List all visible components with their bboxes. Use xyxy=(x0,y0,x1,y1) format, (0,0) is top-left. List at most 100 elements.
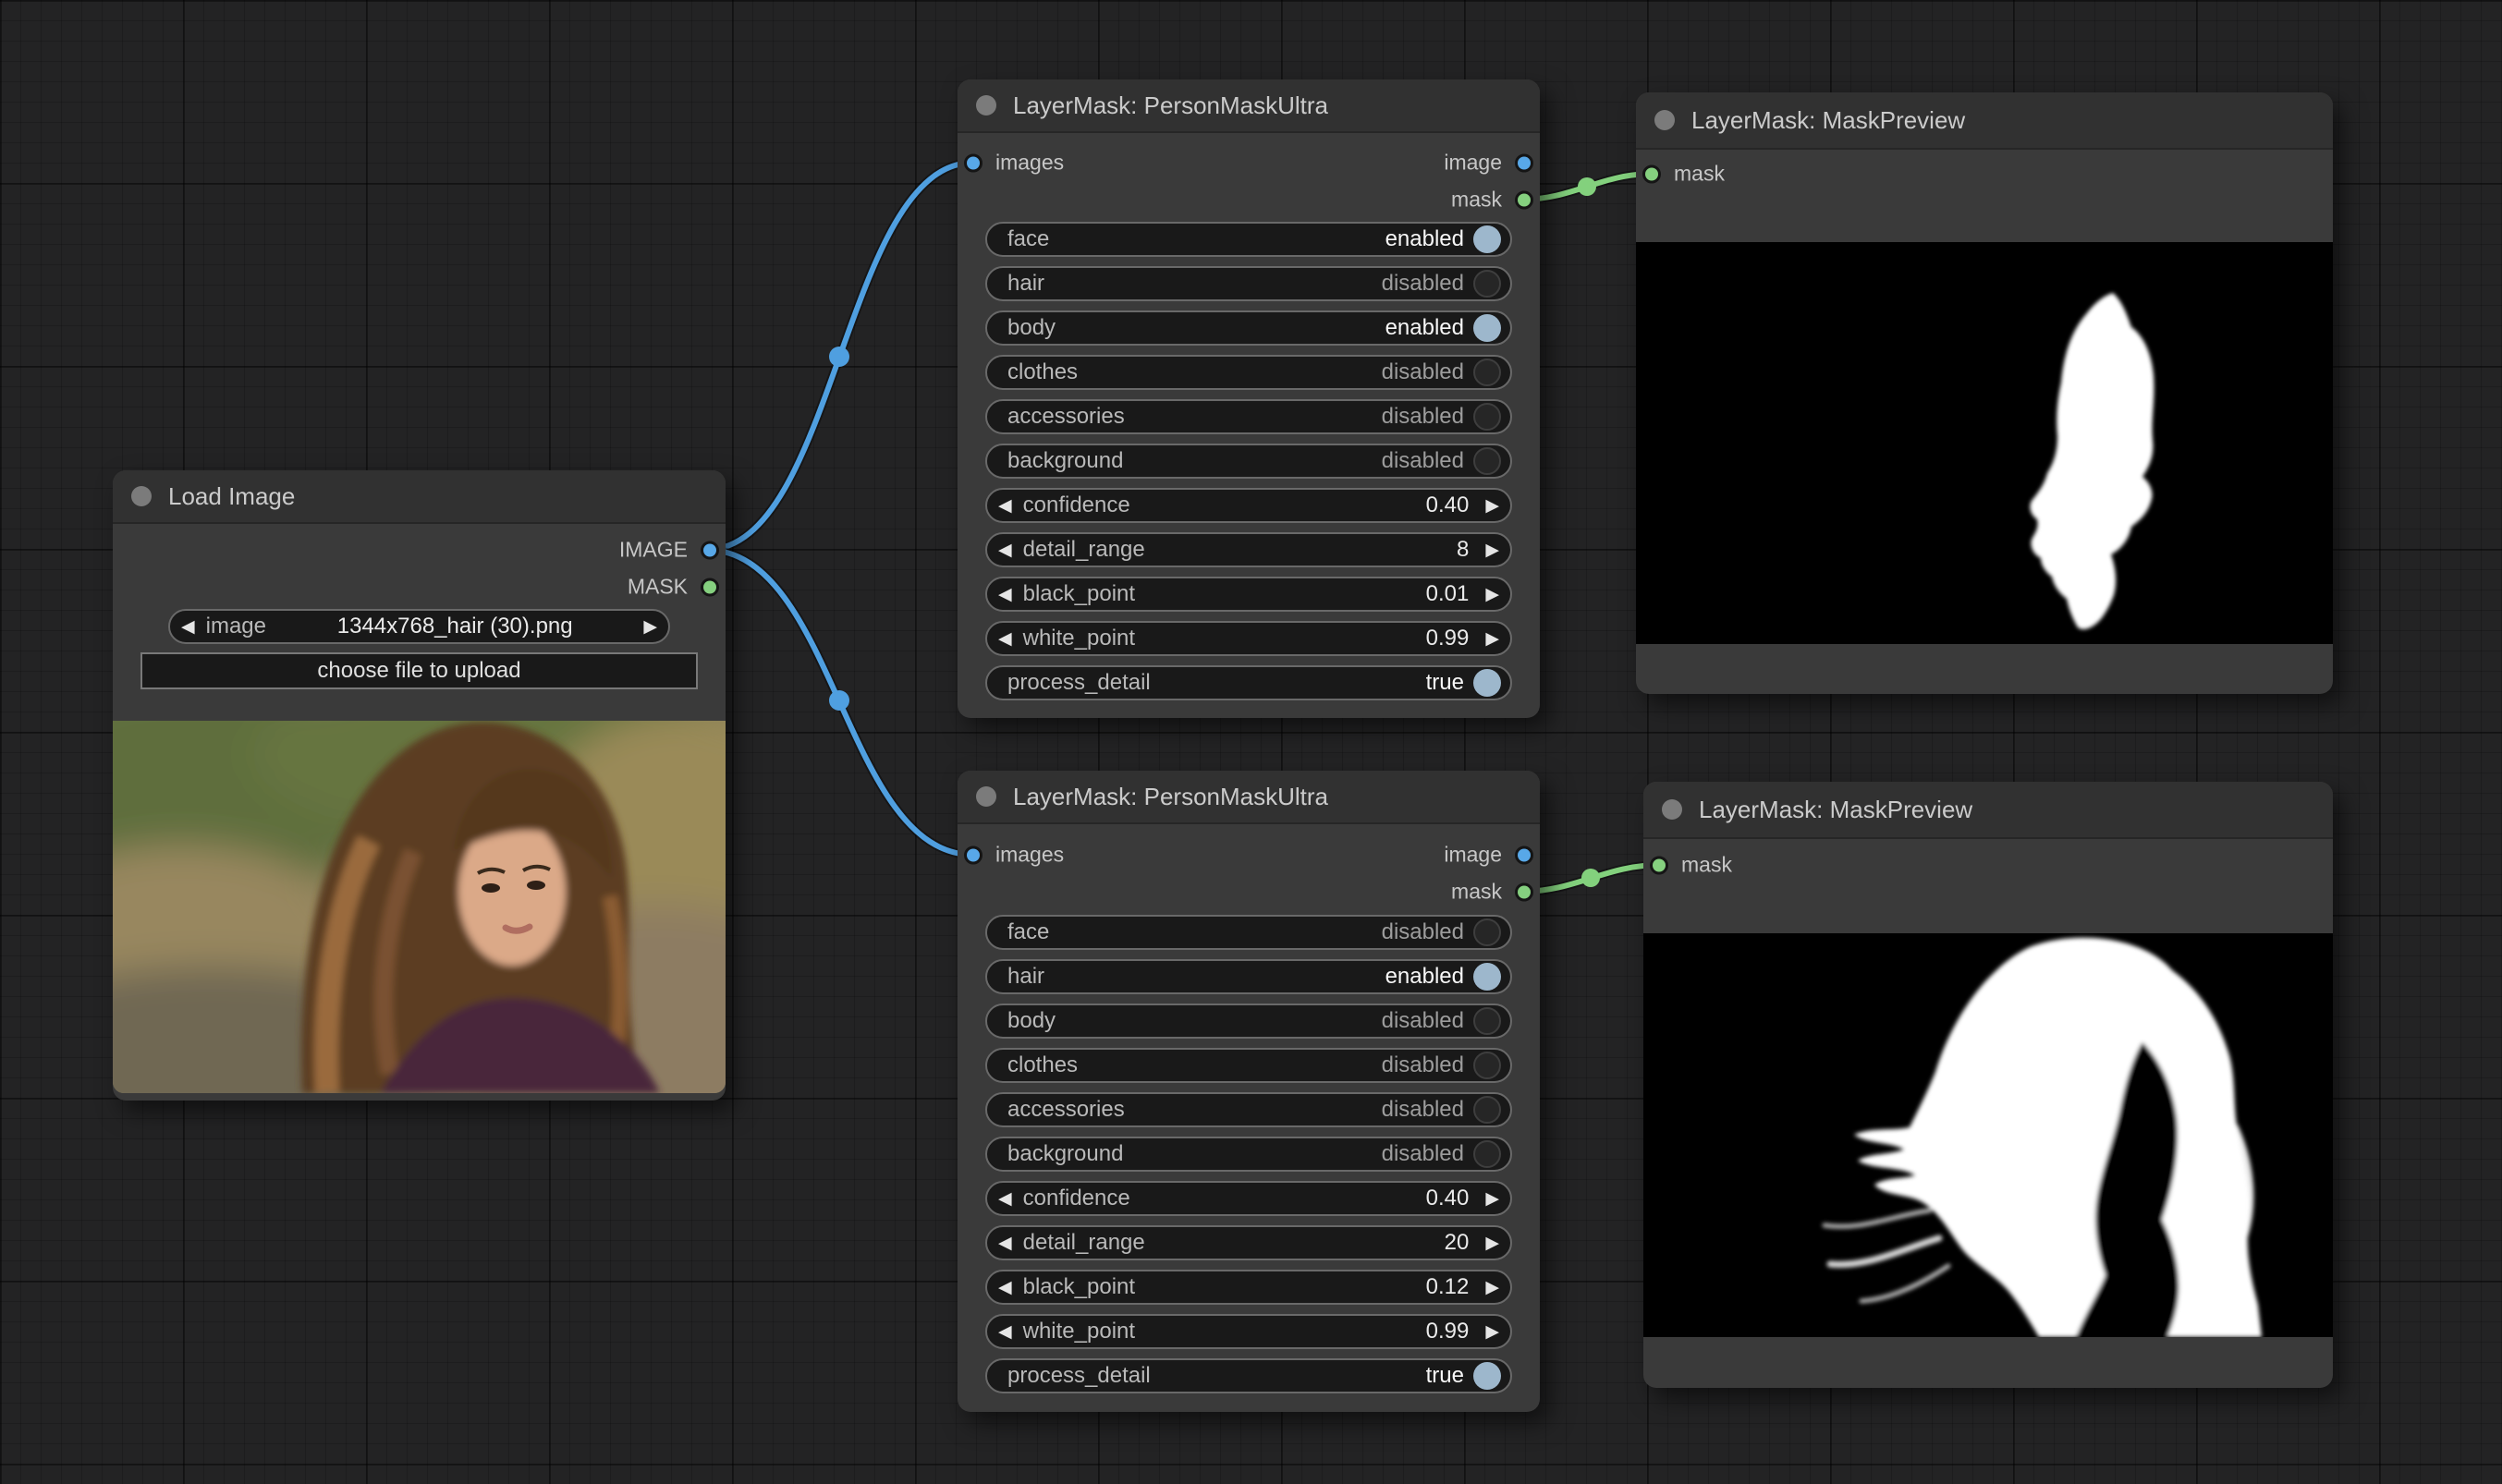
node-header[interactable]: Load Image xyxy=(113,470,726,524)
mask-port-icon[interactable] xyxy=(1642,164,1661,183)
collapse-dot-icon[interactable] xyxy=(976,95,996,116)
collapse-dot-icon[interactable] xyxy=(976,786,996,807)
widget-value[interactable]: 8 xyxy=(1457,537,1469,563)
increment-arrow-icon[interactable]: ▶ xyxy=(1485,1279,1499,1296)
node-header[interactable]: LayerMask: MaskPreview xyxy=(1643,782,2333,839)
prev-arrow-icon[interactable]: ◀ xyxy=(181,618,195,636)
widget-accessories[interactable]: accessoriesdisabled xyxy=(985,399,1512,434)
input-port-images[interactable]: images xyxy=(964,843,1064,868)
toggle-off-icon[interactable] xyxy=(1473,270,1501,298)
widget-value[interactable]: 0.99 xyxy=(1426,1319,1470,1344)
widget-value[interactable]: 0.12 xyxy=(1426,1274,1470,1300)
wire-mask-to-bottom-preview[interactable] xyxy=(1520,865,1661,892)
node-maskpreview-top[interactable]: LayerMask: MaskPreview mask xyxy=(1636,92,2333,694)
wire-image-to-top-personmask[interactable] xyxy=(706,163,973,550)
collapse-dot-icon[interactable] xyxy=(131,486,152,506)
toggle-off-icon[interactable] xyxy=(1473,1052,1501,1079)
toggle-off-icon[interactable] xyxy=(1473,359,1501,386)
toggle-on-icon[interactable] xyxy=(1473,963,1501,991)
node-graph-canvas[interactable]: Load Image IMAGE MASK ◀ image 1344x768_h… xyxy=(0,0,2502,1484)
images-port-icon[interactable] xyxy=(964,845,982,864)
decrement-arrow-icon[interactable]: ◀ xyxy=(998,586,1012,603)
toggle-on-icon[interactable] xyxy=(1473,1362,1501,1390)
widget-confidence[interactable]: ◀confidence0.40▶ xyxy=(985,488,1512,523)
images-port-icon[interactable] xyxy=(964,153,982,172)
combo-value[interactable]: 1344x768_hair (30).png xyxy=(266,614,643,639)
widget-black_point[interactable]: ◀black_point0.12▶ xyxy=(985,1270,1512,1305)
mask-port-icon[interactable] xyxy=(701,578,719,596)
toggle-off-icon[interactable] xyxy=(1473,1096,1501,1124)
toggle-on-icon[interactable] xyxy=(1473,225,1501,253)
widget-body[interactable]: bodyenabled xyxy=(985,310,1512,346)
widget-detail_range[interactable]: ◀detail_range8▶ xyxy=(985,532,1512,567)
widget-process_detail[interactable]: process_detailtrue xyxy=(985,1358,1512,1393)
node-personmaskultra-top[interactable]: LayerMask: PersonMaskUltra images image … xyxy=(958,79,1540,718)
next-arrow-icon[interactable]: ▶ xyxy=(643,618,657,636)
mask-port-icon[interactable] xyxy=(1515,882,1533,901)
node-personmaskultra-bottom[interactable]: LayerMask: PersonMaskUltra images image … xyxy=(958,771,1540,1412)
input-port-mask[interactable]: mask xyxy=(1650,853,1732,878)
widget-value[interactable]: 0.40 xyxy=(1426,1186,1470,1211)
image-port-icon[interactable] xyxy=(701,541,719,559)
node-header[interactable]: LayerMask: PersonMaskUltra xyxy=(958,79,1540,133)
toggle-off-icon[interactable] xyxy=(1473,447,1501,475)
widget-value[interactable]: 0.01 xyxy=(1426,581,1470,607)
increment-arrow-icon[interactable]: ▶ xyxy=(1485,497,1499,515)
toggle-off-icon[interactable] xyxy=(1473,1007,1501,1035)
toggle-on-icon[interactable] xyxy=(1473,314,1501,342)
collapse-dot-icon[interactable] xyxy=(1662,799,1682,820)
toggle-on-icon[interactable] xyxy=(1473,669,1501,697)
collapse-dot-icon[interactable] xyxy=(1654,110,1675,130)
widget-background[interactable]: backgrounddisabled xyxy=(985,444,1512,479)
mask-port-icon[interactable] xyxy=(1650,856,1668,874)
node-maskpreview-bottom[interactable]: LayerMask: MaskPreview mask xyxy=(1643,782,2333,1388)
widget-value[interactable]: 20 xyxy=(1445,1230,1470,1256)
output-port-mask[interactable]: MASK xyxy=(628,575,719,600)
decrement-arrow-icon[interactable]: ◀ xyxy=(998,497,1012,515)
image-file-combo[interactable]: ◀ image 1344x768_hair (30).png ▶ xyxy=(168,609,670,644)
decrement-arrow-icon[interactable]: ◀ xyxy=(998,1323,1012,1341)
node-header[interactable]: LayerMask: MaskPreview xyxy=(1636,92,2333,150)
widget-hair[interactable]: hairdisabled xyxy=(985,266,1512,301)
wire-image-to-bottom-personmask[interactable] xyxy=(706,550,973,855)
input-port-images[interactable]: images xyxy=(964,151,1064,176)
increment-arrow-icon[interactable]: ▶ xyxy=(1485,630,1499,648)
increment-arrow-icon[interactable]: ▶ xyxy=(1485,1235,1499,1252)
widget-background[interactable]: backgrounddisabled xyxy=(985,1137,1512,1172)
widget-value[interactable]: 0.99 xyxy=(1426,626,1470,651)
toggle-off-icon[interactable] xyxy=(1473,918,1501,946)
widget-detail_range[interactable]: ◀detail_range20▶ xyxy=(985,1225,1512,1260)
increment-arrow-icon[interactable]: ▶ xyxy=(1485,1190,1499,1208)
decrement-arrow-icon[interactable]: ◀ xyxy=(998,541,1012,559)
output-port-image[interactable]: image xyxy=(1444,843,1533,868)
mask-port-icon[interactable] xyxy=(1515,190,1533,209)
node-load-image[interactable]: Load Image IMAGE MASK ◀ image 1344x768_h… xyxy=(113,470,726,1101)
widget-body[interactable]: bodydisabled xyxy=(985,1004,1512,1039)
widget-hair[interactable]: hairenabled xyxy=(985,959,1512,994)
choose-file-button[interactable]: choose file to upload xyxy=(140,652,698,689)
increment-arrow-icon[interactable]: ▶ xyxy=(1485,541,1499,559)
decrement-arrow-icon[interactable]: ◀ xyxy=(998,630,1012,648)
widget-accessories[interactable]: accessoriesdisabled xyxy=(985,1092,1512,1127)
output-port-mask[interactable]: mask xyxy=(1451,188,1533,213)
widget-white_point[interactable]: ◀white_point0.99▶ xyxy=(985,1314,1512,1349)
output-port-image[interactable]: IMAGE xyxy=(619,538,719,563)
output-port-image[interactable]: image xyxy=(1444,151,1533,176)
widget-face[interactable]: faceenabled xyxy=(985,222,1512,257)
widget-clothes[interactable]: clothesdisabled xyxy=(985,355,1512,390)
decrement-arrow-icon[interactable]: ◀ xyxy=(998,1235,1012,1252)
widget-process_detail[interactable]: process_detailtrue xyxy=(985,665,1512,700)
output-port-mask[interactable]: mask xyxy=(1451,880,1533,905)
widget-clothes[interactable]: clothesdisabled xyxy=(985,1048,1512,1083)
decrement-arrow-icon[interactable]: ◀ xyxy=(998,1279,1012,1296)
widget-white_point[interactable]: ◀white_point0.99▶ xyxy=(985,621,1512,656)
widget-black_point[interactable]: ◀black_point0.01▶ xyxy=(985,577,1512,612)
input-port-mask[interactable]: mask xyxy=(1642,162,1725,187)
increment-arrow-icon[interactable]: ▶ xyxy=(1485,586,1499,603)
widget-face[interactable]: facedisabled xyxy=(985,915,1512,950)
widget-value[interactable]: 0.40 xyxy=(1426,493,1470,518)
increment-arrow-icon[interactable]: ▶ xyxy=(1485,1323,1499,1341)
image-port-icon[interactable] xyxy=(1515,153,1533,172)
widget-confidence[interactable]: ◀confidence0.40▶ xyxy=(985,1181,1512,1216)
toggle-off-icon[interactable] xyxy=(1473,1140,1501,1168)
